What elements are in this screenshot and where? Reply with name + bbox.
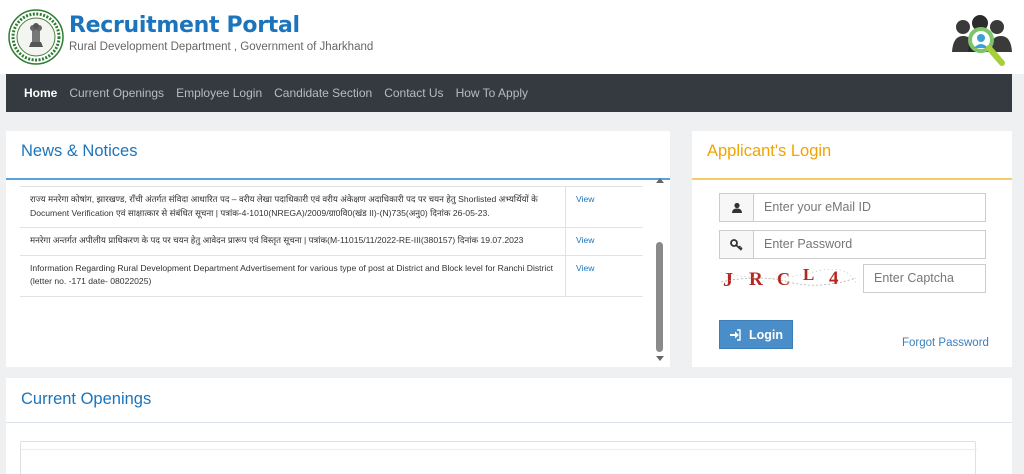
- login-title: Applicant's Login: [707, 142, 832, 160]
- login-button[interactable]: Login: [719, 320, 793, 349]
- password-input[interactable]: Enter Password: [754, 231, 852, 258]
- news-item: Information Regarding Rural Development …: [20, 255, 643, 297]
- scrollbar-thumb[interactable]: [656, 242, 663, 352]
- forgot-password-link[interactable]: Forgot Password: [902, 337, 989, 349]
- jharkhand-emblem-icon: [8, 9, 64, 65]
- captcha-char: L: [803, 265, 814, 284]
- news-view-link[interactable]: View: [566, 187, 604, 227]
- captcha-char: R: [749, 269, 763, 290]
- news-item-text: मनरेगा अन्तर्गत अपीलीय प्राधिकरण के पद प…: [20, 228, 566, 255]
- scroll-up-arrow-icon[interactable]: [656, 178, 664, 183]
- news-view-link[interactable]: View: [566, 228, 604, 255]
- captcha-char: 4: [829, 268, 839, 289]
- main-navbar: Home Current Openings Employee Login Can…: [6, 74, 1012, 112]
- news-item: मनरेगा अन्तर्गत अपीलीय प्राधिकरण के पद प…: [20, 228, 643, 256]
- news-divider: [6, 178, 670, 180]
- captcha-image: J R C L 4: [719, 264, 858, 292]
- news-scrollbar[interactable]: [655, 178, 667, 366]
- nav-how-to-apply[interactable]: How To Apply: [456, 86, 529, 100]
- login-button-label: Login: [748, 327, 783, 342]
- openings-title: Current Openings: [21, 390, 152, 408]
- news-title: News & Notices: [21, 142, 138, 160]
- people-search-icon: [952, 15, 1012, 66]
- email-input[interactable]: Enter your eMail ID: [754, 194, 871, 221]
- captcha-char: J: [723, 269, 733, 291]
- nav-current-openings[interactable]: Current Openings: [69, 86, 164, 100]
- site-header: Recruitment Portal Rural Development Dep…: [0, 0, 1024, 74]
- password-field[interactable]: Enter Password: [719, 230, 986, 259]
- opening-card-divider: [21, 449, 977, 450]
- captcha-input[interactable]: Enter Captcha: [863, 264, 986, 293]
- openings-divider: [6, 422, 1012, 423]
- news-item-text: Information Regarding Rural Development …: [20, 255, 566, 296]
- news-item-text: राज्य मनरेगा कोषांग, झारखण्ड, राँची अंतर…: [20, 187, 566, 227]
- user-icon: [720, 194, 754, 221]
- email-field[interactable]: Enter your eMail ID: [719, 193, 986, 222]
- nav-employee-login[interactable]: Employee Login: [176, 86, 262, 100]
- current-openings-panel: Current Openings: [6, 378, 1012, 474]
- sign-in-icon: [729, 328, 741, 341]
- captcha-char: C: [777, 269, 790, 289]
- login-divider: [692, 178, 1012, 180]
- opening-card: [20, 441, 977, 474]
- news-view-link[interactable]: View: [566, 256, 604, 296]
- news-panel: News & Notices राज्य मनरेगा कोषांग, झारख…: [6, 131, 670, 367]
- portal-title: Recruitment Portal: [69, 13, 300, 38]
- portal-subtitle: Rural Development Department , Governmen…: [69, 41, 374, 53]
- nav-contact-us[interactable]: Contact Us: [384, 86, 443, 100]
- login-panel: Applicant's Login Enter your eMail ID En…: [692, 131, 1012, 367]
- news-item: राज्य मनरेगा कोषांग, झारखण्ड, राँची अंतर…: [20, 187, 643, 228]
- key-icon: [720, 231, 754, 258]
- nav-home[interactable]: Home: [24, 86, 57, 100]
- news-list: राज्य मनरेगा कोषांग, झारखण्ड, राँची अंतर…: [20, 186, 643, 339]
- nav-candidate-section[interactable]: Candidate Section: [274, 86, 372, 100]
- scroll-down-arrow-icon[interactable]: [656, 356, 664, 361]
